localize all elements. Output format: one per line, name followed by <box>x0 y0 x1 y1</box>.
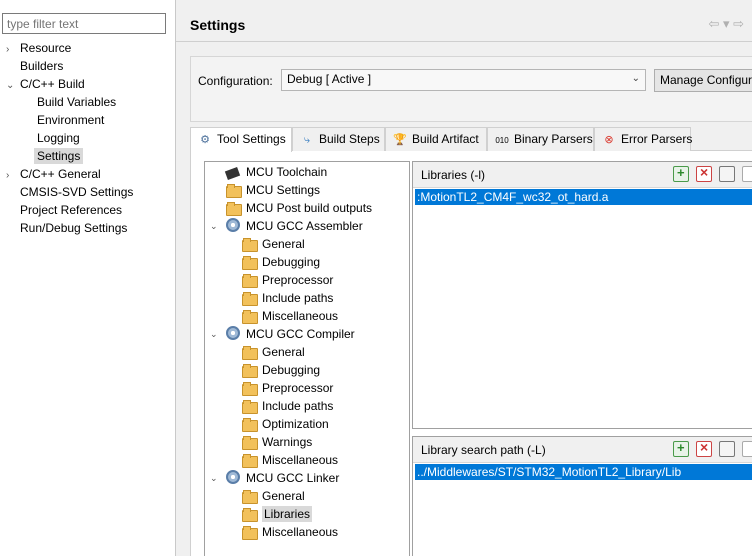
page-title: Settings <box>190 17 246 33</box>
tree-item-compiler-debugging[interactable]: Debugging <box>242 361 320 379</box>
nav-item-settings[interactable]: Settings <box>34 147 84 165</box>
libraries-toolbar <box>673 164 752 182</box>
nav-item-build-variables[interactable]: Build Variables <box>37 93 116 111</box>
folder-icon <box>242 345 258 360</box>
folder-icon <box>226 183 242 198</box>
chevron-down-icon: ⌄ <box>631 73 640 84</box>
gear-icon <box>226 326 242 340</box>
folder-icon <box>242 435 258 450</box>
tab-build-steps[interactable]: ⤷ Build Steps <box>292 127 385 151</box>
folder-icon <box>242 237 258 252</box>
gear-icon <box>226 218 242 232</box>
tab-binary-parsers[interactable]: 010 Binary Parsers <box>487 127 594 151</box>
tree-item-compiler-general[interactable]: General <box>242 343 305 361</box>
nav-item-builders[interactable]: Builders <box>20 57 63 75</box>
configuration-select[interactable]: Debug [ Active ] ⌄ <box>281 69 646 91</box>
chevron-right-icon[interactable]: › <box>6 167 20 185</box>
tree-item-mcu-gcc-linker[interactable]: ⌄ MCU GCC Linker <box>210 469 339 487</box>
add-icon[interactable] <box>673 440 689 457</box>
build-steps-icon: ⤷ <box>303 134 311 146</box>
search-path-title: Library search path (-L) <box>421 443 546 457</box>
header-divider <box>176 41 752 42</box>
folder-icon <box>242 255 258 270</box>
tab-error-parsers[interactable]: ⊗ Error Parsers <box>594 127 692 151</box>
nav-item-logging[interactable]: Logging <box>37 129 80 147</box>
nav-item-cpp-build[interactable]: ⌄ C/C++ Build <box>6 75 85 93</box>
chevron-down-icon[interactable]: ⌄ <box>210 325 218 343</box>
tree-item-linker-general[interactable]: General <box>242 487 305 505</box>
nav-item-resource[interactable]: › Resource <box>6 39 71 57</box>
back-arrow-icon[interactable]: ⇦ ▾ ⇨ <box>708 16 744 31</box>
move-up-icon[interactable] <box>742 166 752 182</box>
move-up-icon[interactable] <box>742 441 752 457</box>
library-search-path-panel: Library search path (-L) ../Middlewares/… <box>412 436 752 556</box>
filter-input[interactable] <box>2 13 166 34</box>
tab-build-artifact[interactable]: 🏆 Build Artifact <box>385 127 487 151</box>
folder-icon <box>242 399 258 414</box>
tree-item-linker-libraries[interactable]: Libraries <box>242 505 313 523</box>
left-navigation: ›Resource Builders ⌄C/C++ Build Build Va… <box>0 0 175 556</box>
folder-icon <box>242 453 258 468</box>
search-path-panel-header: Library search path (-L) <box>413 437 752 463</box>
tree-item-assembler-preprocessor[interactable]: Preprocessor <box>242 271 333 289</box>
tool-settings-icon: ⚙ <box>200 134 210 146</box>
configuration-label: Configuration: <box>198 74 273 88</box>
tree-item-mcu-post-build-outputs[interactable]: MCU Post build outputs <box>226 199 372 217</box>
search-path-toolbar <box>673 439 752 457</box>
delete-icon[interactable] <box>696 164 712 182</box>
folder-icon <box>242 309 258 324</box>
add-icon[interactable] <box>673 165 689 182</box>
tree-item-mcu-toolchain[interactable]: MCU Toolchain <box>224 163 327 181</box>
tree-item-mcu-settings[interactable]: MCU Settings <box>226 181 320 199</box>
folder-icon <box>242 381 258 396</box>
nav-item-project-references[interactable]: Project References <box>20 201 122 219</box>
build-artifact-icon: 🏆 <box>393 134 407 146</box>
chevron-right-icon[interactable]: › <box>6 41 20 59</box>
tree-item-compiler-optimization[interactable]: Optimization <box>242 415 329 433</box>
tree-item-assembler-miscellaneous[interactable]: Miscellaneous <box>242 307 338 325</box>
folder-icon <box>226 201 242 216</box>
libraries-title: Libraries (-l) <box>421 168 486 182</box>
edit-icon[interactable] <box>719 166 735 182</box>
folder-icon <box>242 417 258 432</box>
manage-configurations-button[interactable]: Manage Configurations... <box>654 69 752 92</box>
delete-icon[interactable] <box>696 439 712 457</box>
libraries-panel: Libraries (-l) :MotionTL2_CM4F_wc32_ot_h… <box>412 161 752 429</box>
folder-icon <box>242 363 258 378</box>
chevron-down-icon[interactable]: ⌄ <box>6 77 20 95</box>
library-item[interactable]: :MotionTL2_CM4F_wc32_ot_hard.a <box>415 189 752 205</box>
tree-item-assembler-general[interactable]: General <box>242 235 305 253</box>
tree-item-assembler-include-paths[interactable]: Include paths <box>242 289 333 307</box>
binary-parsers-icon: 010 <box>495 136 509 145</box>
tree-item-compiler-preprocessor[interactable]: Preprocessor <box>242 379 333 397</box>
folder-icon <box>242 507 258 522</box>
gear-icon <box>226 470 242 484</box>
search-path-item[interactable]: ../Middlewares/ST/STM32_MotionTL2_Librar… <box>415 464 752 480</box>
libraries-panel-header: Libraries (-l) <box>413 162 752 188</box>
tab-tool-settings[interactable]: ⚙ Tool Settings <box>190 127 292 152</box>
edit-icon[interactable] <box>719 441 735 457</box>
tree-item-compiler-warnings[interactable]: Warnings <box>242 433 312 451</box>
error-parsers-icon: ⊗ <box>604 134 614 146</box>
history-navigation: ⇦ ▾ ⇨ <box>708 16 744 32</box>
tree-item-mcu-gcc-compiler[interactable]: ⌄ MCU GCC Compiler <box>210 325 355 343</box>
nav-item-cmsis-svd-settings[interactable]: CMSIS-SVD Settings <box>20 183 133 201</box>
chevron-down-icon[interactable]: ⌄ <box>210 469 218 487</box>
tree-item-mcu-gcc-assembler[interactable]: ⌄ MCU GCC Assembler <box>210 217 363 235</box>
folder-icon <box>242 525 258 540</box>
folder-icon <box>242 273 258 288</box>
chip-icon <box>224 165 242 180</box>
tree-item-compiler-include-paths[interactable]: Include paths <box>242 397 333 415</box>
nav-item-cpp-general[interactable]: › C/C++ General <box>6 165 101 183</box>
folder-icon <box>242 489 258 504</box>
tree-item-linker-miscellaneous[interactable]: Miscellaneous <box>242 523 338 541</box>
folder-icon <box>242 291 258 306</box>
tree-item-compiler-miscellaneous[interactable]: Miscellaneous <box>242 451 338 469</box>
configuration-value: Debug [ Active ] <box>287 72 372 86</box>
chevron-down-icon[interactable]: ⌄ <box>210 217 218 235</box>
tree-item-assembler-debugging[interactable]: Debugging <box>242 253 320 271</box>
nav-item-environment[interactable]: Environment <box>37 111 104 129</box>
nav-item-run-debug-settings[interactable]: Run/Debug Settings <box>20 219 127 237</box>
